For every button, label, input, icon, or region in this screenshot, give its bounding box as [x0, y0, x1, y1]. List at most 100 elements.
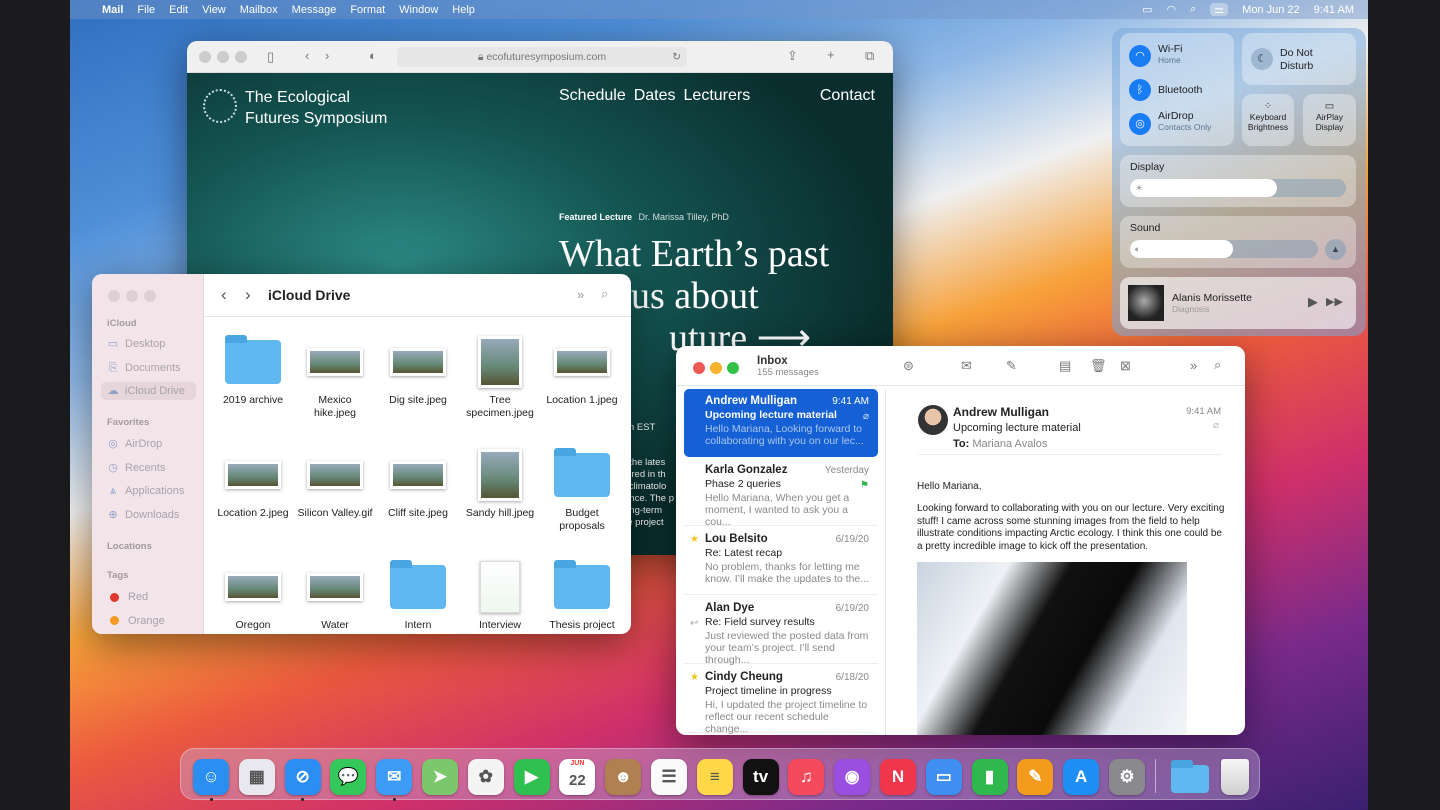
more-icon[interactable]: »: [577, 287, 584, 302]
search-icon[interactable]: ⌕: [1214, 357, 1221, 373]
nav-dates[interactable]: Dates: [634, 87, 676, 105]
file-item[interactable]: Dig site.jpeg: [377, 336, 459, 407]
display-brightness-slider[interactable]: ☀: [1130, 179, 1346, 197]
dock-app-store-icon[interactable]: A: [1063, 759, 1100, 795]
search-icon[interactable]: ⌕: [601, 286, 608, 302]
menu-mailbox[interactable]: Mailbox: [240, 4, 278, 16]
filter-icon[interactable]: ⊜: [903, 358, 914, 374]
battery-icon[interactable]: ▭: [1142, 3, 1152, 16]
zoom-button[interactable]: [144, 290, 156, 302]
close-button[interactable]: [693, 362, 705, 374]
share-icon[interactable]: ⇪: [787, 48, 798, 64]
wifi-icon[interactable]: ◠: [1167, 3, 1177, 16]
menu-help[interactable]: Help: [452, 4, 475, 16]
dock-mail-icon[interactable]: ✉: [376, 759, 413, 795]
sidebar-item-documents[interactable]: ⎘ Documents: [107, 362, 197, 374]
dock-numbers-icon[interactable]: ▮: [971, 759, 1008, 795]
menu-window[interactable]: Window: [399, 4, 438, 16]
sidebar-item-applications[interactable]: ⩓ Applications: [107, 485, 197, 497]
dock-calendar-icon[interactable]: 22 JUN: [559, 759, 596, 795]
shield-icon[interactable]: ◐: [369, 48, 377, 63]
file-item[interactable]: Location 1.jpeg: [541, 336, 623, 407]
menu-app-name[interactable]: Mail: [102, 4, 123, 16]
close-button[interactable]: [108, 290, 120, 302]
menu-message[interactable]: Message: [292, 4, 337, 16]
site-logo-icon[interactable]: [203, 89, 237, 123]
dock-keynote-icon[interactable]: ▭: [925, 759, 962, 795]
album-art[interactable]: [1128, 285, 1164, 321]
dock-safari-icon[interactable]: ⊘: [284, 759, 321, 795]
sidebar-icon[interactable]: ▯: [267, 49, 274, 65]
file-item[interactable]: 2019 archive: [212, 335, 294, 407]
file-item[interactable]: Cliff site.jpeg: [377, 449, 459, 520]
dock-finder-icon[interactable]: ☺: [193, 759, 229, 795]
airplay-audio-icon[interactable]: ▲: [1325, 239, 1346, 260]
sidebar-item-desktop[interactable]: ▭ Desktop: [107, 338, 197, 350]
nav-contact[interactable]: Contact: [820, 87, 875, 105]
sidebar-item-recents[interactable]: ◷ Recents: [107, 462, 197, 474]
tag-red[interactable]: Red: [107, 591, 197, 603]
dock-reminders-icon[interactable]: ☰: [651, 759, 687, 795]
message-list-item[interactable]: Lou Belsito 6/19/20 Re: Latest recap No pro…: [684, 527, 878, 595]
dock-notes-icon[interactable]: ≡: [696, 759, 733, 795]
message-list-item[interactable]: Karla Gonzalez Yesterday Phase 2 queries He…: [684, 458, 878, 528]
wifi-toggle[interactable]: ◠: [1129, 45, 1151, 67]
volume-slider[interactable]: 🔈︎: [1130, 240, 1318, 258]
dock-contacts-icon[interactable]: ☻: [605, 759, 642, 795]
menu-date[interactable]: Mon Jun 22: [1242, 4, 1299, 16]
airdrop-toggle[interactable]: ◎: [1129, 113, 1151, 135]
recipient[interactable]: Mariana Avalos: [972, 438, 1047, 450]
dock-downloads-folder-icon[interactable]: [1171, 759, 1209, 795]
dock-facetime-icon[interactable]: ▶: [513, 759, 550, 795]
junk-icon[interactable]: ⊠: [1120, 358, 1131, 374]
reload-icon[interactable]: ↻: [672, 47, 681, 67]
forward-icon[interactable]: ›: [245, 285, 251, 305]
menu-file[interactable]: File: [137, 4, 155, 16]
file-item[interactable]: Silicon Valley.gif: [294, 449, 376, 520]
file-item[interactable]: Tree specimen.jpeg: [459, 336, 541, 419]
play-icon[interactable]: ▶: [1308, 294, 1318, 310]
tabs-overview-icon[interactable]: ⧉: [865, 48, 874, 64]
file-item[interactable]: Location 2.jpeg: [212, 449, 294, 520]
site-title[interactable]: The Ecological Futures Symposium: [245, 87, 387, 129]
fast-forward-icon[interactable]: ▶▶: [1326, 295, 1343, 308]
close-button[interactable]: [199, 51, 211, 63]
attachment-icon[interactable]: ⌀: [1213, 420, 1219, 431]
get-mail-icon[interactable]: ✉: [961, 358, 972, 374]
file-item[interactable]: Oregon: [212, 561, 294, 632]
do-not-disturb-tile[interactable]: ☾ Do Not Disturb: [1242, 33, 1356, 85]
minimize-button[interactable]: [710, 362, 722, 374]
file-item[interactable]: Interview: [459, 561, 541, 632]
sidebar-item-airdrop[interactable]: ◎ AirDrop: [107, 438, 197, 450]
archive-icon[interactable]: ▤: [1059, 358, 1071, 374]
compose-icon[interactable]: ✎: [1006, 358, 1017, 374]
dock-messages-icon[interactable]: 💬: [330, 759, 367, 795]
dock-maps-icon[interactable]: ➤: [422, 759, 458, 795]
bluetooth-toggle[interactable]: ᛒ: [1129, 79, 1151, 101]
dock-podcasts-icon[interactable]: ◉: [834, 759, 871, 795]
dock-trash-icon[interactable]: [1221, 759, 1249, 795]
sidebar-item-icloud-drive[interactable]: ☁ iCloud Drive: [101, 382, 196, 400]
dock-news-icon[interactable]: N: [880, 759, 916, 795]
message-list-item[interactable]: Andrew Mulligan 9:41 AM Upcoming lecture m…: [684, 389, 878, 457]
dock-tv-icon[interactable]: tv: [742, 759, 779, 795]
menu-time[interactable]: 9:41 AM: [1314, 4, 1354, 16]
file-item[interactable]: Thesis project: [541, 560, 623, 632]
arctic-ice-image[interactable]: [917, 562, 1187, 735]
file-item[interactable]: Intern: [377, 560, 459, 632]
trash-icon[interactable]: 🗑︎: [1090, 358, 1107, 374]
dock-launchpad-icon[interactable]: ▦: [238, 759, 275, 795]
control-center-icon[interactable]: ⚌: [1210, 3, 1229, 16]
dock-pages-icon[interactable]: ✎: [1017, 759, 1054, 795]
back-icon[interactable]: ‹: [221, 285, 227, 305]
dock-music-icon[interactable]: ♫: [788, 759, 825, 795]
airplay-display-tile[interactable]: ▭ AirPlay Display: [1303, 94, 1356, 146]
zoom-button[interactable]: [727, 362, 739, 374]
address-bar[interactable]: 🔒︎ ecofuturesymposium.com ↻: [397, 47, 687, 67]
file-item[interactable]: Water: [294, 561, 376, 632]
more-icon[interactable]: »: [1190, 358, 1197, 373]
dock-photos-icon[interactable]: ✿: [467, 759, 504, 795]
minimize-button[interactable]: [126, 290, 138, 302]
message-list-item[interactable]: Cindy Cheung 6/18/20 Project timeline in p…: [684, 665, 878, 735]
file-item[interactable]: Mexico hike.jpeg: [294, 336, 376, 419]
